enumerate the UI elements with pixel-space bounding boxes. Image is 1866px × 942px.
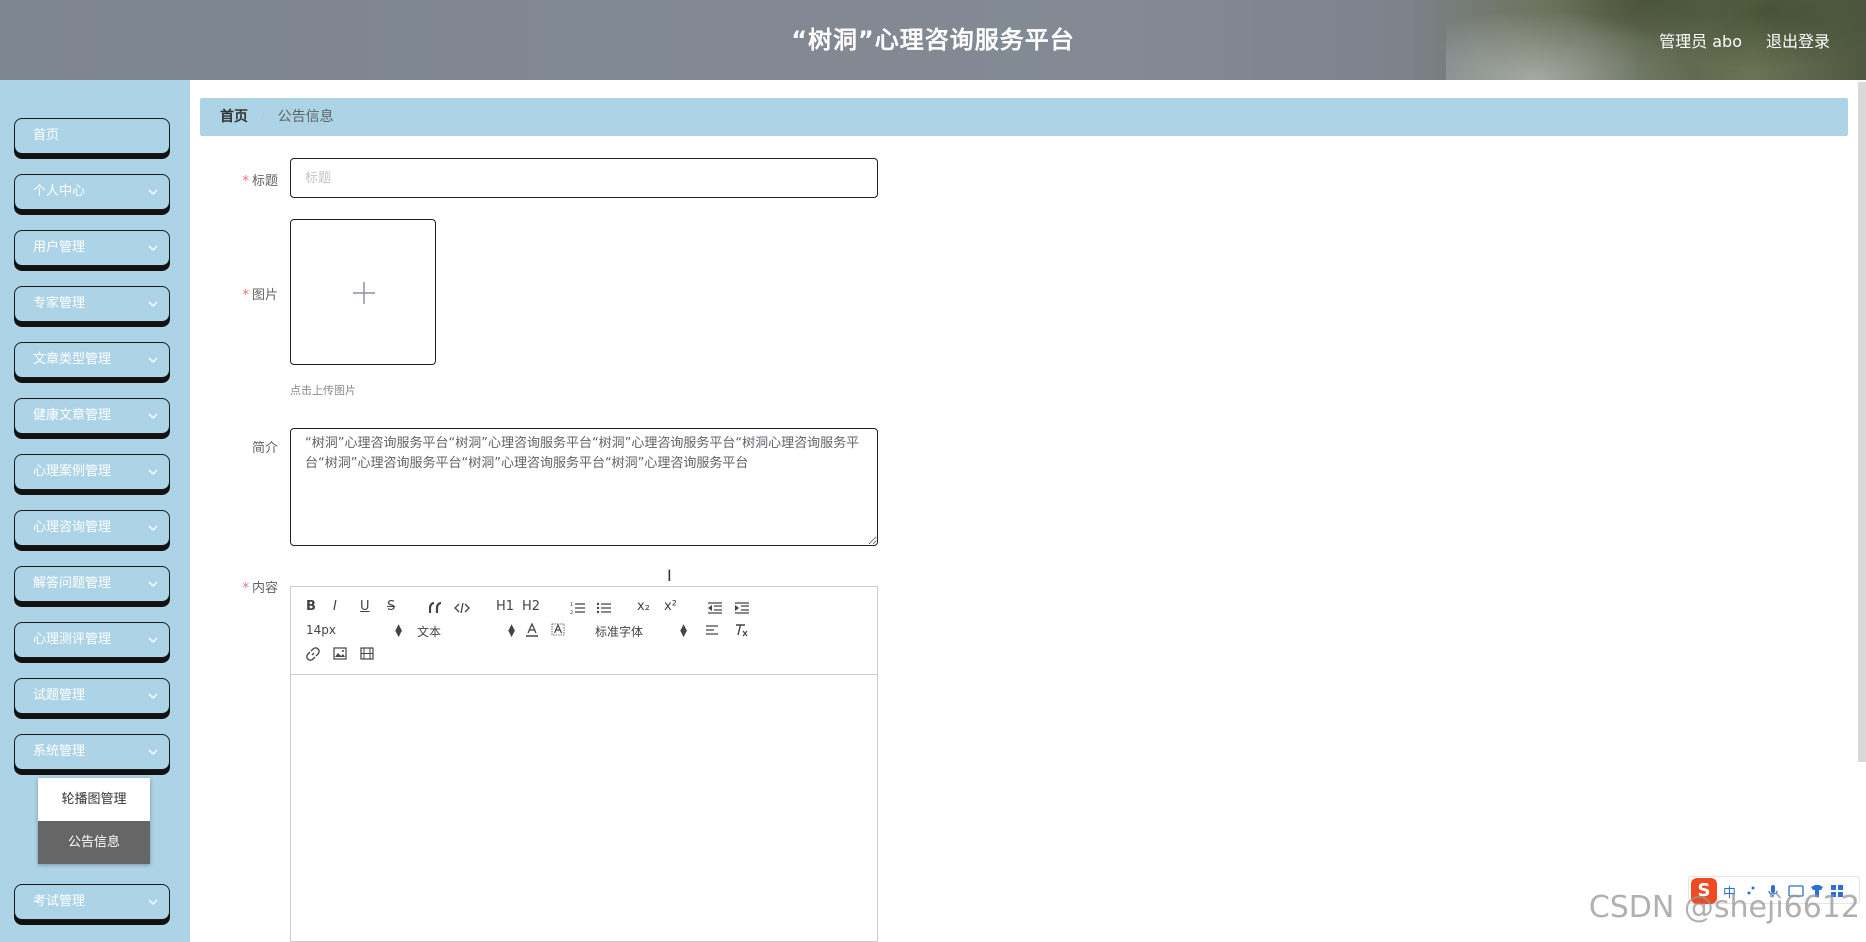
- chevron-down-icon: [148, 189, 158, 195]
- sidebar-item-label: 首页: [33, 128, 60, 143]
- sidebar-item-label: 系统管理: [33, 744, 86, 759]
- sidebar-item-label: 考试管理: [33, 894, 86, 909]
- title-label: * 标题: [242, 174, 278, 189]
- sidebar-item-label: 试题管理: [33, 688, 86, 703]
- text-cursor-icon: Ι: [667, 566, 672, 585]
- sidebar-item-users[interactable]: 用户管理: [14, 230, 170, 266]
- sidebar-item-label: 文章类型管理: [33, 352, 112, 367]
- chevron-down-icon: [148, 749, 158, 755]
- chevron-down-icon: [148, 899, 158, 905]
- sidebar-item-label: 心理咨询管理: [33, 520, 112, 535]
- sidebar-item-consultation[interactable]: 心理咨询管理: [14, 510, 170, 546]
- submenu-item-carousel[interactable]: 轮播图管理: [38, 778, 150, 821]
- sidebar-item-article-types[interactable]: 文章类型管理: [14, 342, 170, 378]
- font-family-select[interactable]: 标准字体 ▲ ▼: [595, 623, 687, 640]
- bullet-list-icon[interactable]: [596, 601, 612, 615]
- code-icon[interactable]: [454, 602, 470, 614]
- sidebar-item-answers[interactable]: 解答问题管理: [14, 566, 170, 602]
- sidebar-item-label: 解答问题管理: [33, 576, 112, 591]
- chevron-down-icon: [148, 581, 158, 587]
- editor-toolbar: B I U S H1 H2 12 x₂ x² 14px ▲ ▼ 文本 ▲ ▼ 标…: [291, 587, 877, 675]
- chevron-down-icon: [148, 693, 158, 699]
- select-arrows-icon: ▲ ▼: [680, 623, 687, 639]
- chevron-down-icon: [148, 357, 158, 363]
- sidebar-item-system[interactable]: 系统管理: [14, 734, 170, 770]
- chevron-down-icon: [148, 245, 158, 251]
- sidebar-item-profile[interactable]: 个人中心: [14, 174, 170, 210]
- sidebar-item-home[interactable]: 首页: [14, 118, 170, 154]
- editor-content-area[interactable]: [291, 675, 877, 941]
- sidebar-item-experts[interactable]: 专家管理: [14, 286, 170, 322]
- strike-button[interactable]: S: [387, 599, 395, 614]
- clear-format-icon[interactable]: [733, 623, 749, 637]
- select-arrows-icon: ▲ ▼: [508, 623, 515, 639]
- breadcrumb-separator: /: [260, 109, 266, 125]
- page-scrollbar[interactable]: [1858, 82, 1866, 762]
- breadcrumb-current: 公告信息: [277, 109, 334, 125]
- quote-icon[interactable]: [429, 602, 443, 614]
- content-label: * 内容: [242, 581, 278, 596]
- sidebar-item-label: 个人中心: [33, 184, 86, 199]
- sidebar-item-health-articles[interactable]: 健康文章管理: [14, 398, 170, 434]
- system-submenu: 轮播图管理 公告信息: [38, 778, 150, 864]
- intro-textarea[interactable]: “树洞”心理咨询服务平台“树洞”心理咨询服务平台“树洞”心理咨询服务平台“树洞心…: [290, 428, 878, 546]
- video-icon[interactable]: [360, 647, 374, 660]
- intro-label: 简介: [251, 441, 278, 456]
- image-upload-button[interactable]: [290, 219, 436, 365]
- select-arrows-icon: ▲ ▼: [395, 623, 402, 639]
- subscript-button[interactable]: x₂: [637, 599, 650, 614]
- sidebar-item-label: 健康文章管理: [33, 408, 112, 423]
- chevron-down-icon: [148, 301, 158, 307]
- superscript-button[interactable]: x²: [664, 599, 677, 614]
- sidebar-item-label: 用户管理: [33, 240, 86, 255]
- page-title: “树洞”心理咨询服务平台: [791, 26, 1075, 54]
- ordered-list-icon[interactable]: 12: [570, 601, 586, 615]
- paragraph-select[interactable]: 文本 ▲ ▼: [417, 623, 515, 640]
- sidebar-item-questions[interactable]: 试题管理: [14, 678, 170, 714]
- indent-icon[interactable]: [734, 601, 750, 615]
- h1-button[interactable]: H1: [496, 599, 514, 614]
- top-header: “树洞”心理咨询服务平台 管理员 abo 退出登录: [0, 0, 1866, 80]
- h2-button[interactable]: H2: [522, 599, 540, 614]
- chevron-down-icon: [148, 525, 158, 531]
- sidebar-item-label: 专家管理: [33, 296, 86, 311]
- plus-icon: [353, 282, 375, 304]
- logout-link[interactable]: 退出登录: [1766, 28, 1830, 52]
- font-color-icon[interactable]: [525, 623, 539, 637]
- outdent-icon[interactable]: [707, 601, 723, 615]
- submenu-item-notices[interactable]: 公告信息: [38, 821, 150, 864]
- title-input[interactable]: [290, 158, 878, 198]
- sidebar: 首页 个人中心 用户管理 专家管理 文章类型管理 健康文章管理 心理案例管理 心…: [0, 80, 190, 942]
- sidebar-item-label: 心理案例管理: [33, 464, 112, 479]
- align-left-icon[interactable]: [705, 624, 719, 636]
- csdn-watermark: CSDN @shejì6612: [1588, 890, 1860, 925]
- sidebar-item-assessment[interactable]: 心理测评管理: [14, 622, 170, 658]
- image-icon[interactable]: [333, 647, 347, 660]
- chevron-down-icon: [148, 469, 158, 475]
- breadcrumb-home[interactable]: 首页: [220, 109, 248, 125]
- image-label: * 图片: [242, 288, 278, 303]
- underline-button[interactable]: U: [360, 599, 370, 614]
- sidebar-item-label: 心理测评管理: [33, 632, 112, 647]
- upload-tip: 点击上传图片: [290, 384, 356, 397]
- bold-button[interactable]: B: [306, 599, 316, 614]
- background-color-icon[interactable]: [551, 623, 565, 637]
- current-user: 管理员 abo: [1659, 32, 1742, 51]
- svg-text:1: 1: [570, 602, 573, 608]
- sidebar-item-cases[interactable]: 心理案例管理: [14, 454, 170, 490]
- italic-button[interactable]: I: [333, 599, 337, 614]
- chevron-down-icon: [148, 413, 158, 419]
- font-size-select[interactable]: 14px ▲ ▼: [306, 623, 402, 639]
- link-icon[interactable]: [306, 647, 320, 661]
- breadcrumb: 首页 / 公告信息: [200, 98, 1848, 136]
- rich-text-editor: B I U S H1 H2 12 x₂ x² 14px ▲ ▼ 文本 ▲ ▼ 标…: [290, 586, 878, 942]
- sidebar-item-exams[interactable]: 考试管理: [14, 884, 170, 920]
- chevron-down-icon: [148, 637, 158, 643]
- svg-text:2: 2: [570, 610, 573, 615]
